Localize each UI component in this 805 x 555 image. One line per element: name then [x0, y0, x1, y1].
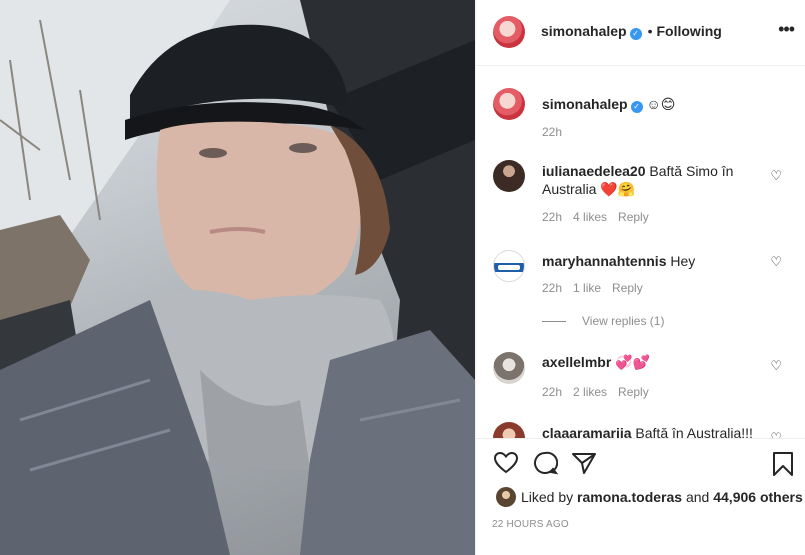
caption-username[interactable]: simonahalep: [542, 96, 628, 112]
action-bar: Liked by ramona.toderas and 44,906 other…: [476, 438, 805, 555]
comment-item: claaaramariia Baftă în Australia!!! ♡: [476, 422, 805, 438]
post-panel: simonahalep ✓ • Following ••• simonahalep ✓ …: [475, 0, 805, 555]
and-label: and: [685, 489, 710, 505]
heart-icon[interactable]: [493, 451, 519, 475]
comment-item: axellelmbr 💞💕 22h 2 likes Reply ♡: [476, 352, 805, 412]
post-header: simonahalep ✓ • Following •••: [476, 0, 805, 66]
liker-avatar[interactable]: [496, 487, 516, 507]
caption-text: ☺😊: [646, 96, 676, 112]
author-username[interactable]: simonahalep: [541, 23, 627, 39]
commenter-avatar[interactable]: [493, 250, 525, 282]
comment-time[interactable]: 22h: [542, 281, 562, 295]
verified-badge-icon: ✓: [629, 28, 642, 40]
commenter-username[interactable]: axellelmbr: [542, 354, 611, 370]
post-photo: [0, 0, 475, 555]
header-separator: •: [647, 23, 653, 39]
header-user: simonahalep ✓ • Following: [541, 23, 722, 41]
comment-meta: 22h 1 like Reply: [542, 281, 654, 295]
comment-item: maryhannahtennis Hey 22h 1 like Reply ♡ Vi…: [476, 250, 805, 330]
comment-time[interactable]: 22h: [542, 210, 562, 224]
comment-like-heart-icon[interactable]: ♡: [770, 430, 782, 438]
view-replies-label: View replies (1): [582, 314, 665, 328]
photo-illustration: [0, 0, 475, 555]
reply-button[interactable]: Reply: [612, 281, 643, 295]
likes-summary: Liked by ramona.toderas and 44,906 other…: [496, 487, 803, 507]
commenter-username[interactable]: maryhannahtennis: [542, 253, 666, 269]
author-avatar[interactable]: [493, 16, 525, 48]
caption-avatar[interactable]: [493, 88, 525, 120]
comment-text: Baftă în Australia!!!: [635, 425, 753, 438]
commenter-avatar[interactable]: [493, 160, 525, 192]
post-timestamp[interactable]: 22 HOURS AGO: [492, 519, 569, 530]
bookmark-icon[interactable]: [772, 451, 794, 477]
comment-text-wrap: claaaramariia Baftă în Australia!!!: [542, 424, 767, 438]
comment-text: 💞💕: [615, 354, 651, 370]
comment-time[interactable]: 22h: [542, 385, 562, 399]
reply-button[interactable]: Reply: [618, 210, 649, 224]
share-icon[interactable]: [571, 451, 597, 475]
comment-like-heart-icon[interactable]: ♡: [770, 358, 782, 374]
reply-button[interactable]: Reply: [618, 385, 649, 399]
others-count[interactable]: 44,906 others: [713, 489, 803, 505]
caption-time[interactable]: 22h: [542, 125, 562, 139]
comments-list[interactable]: simonahalep ✓ ☺😊 22h iulianaedelea20 Baft…: [476, 66, 805, 438]
caption-item: simonahalep ✓ ☺😊 22h: [476, 88, 805, 148]
commenter-username[interactable]: claaaramariia: [542, 425, 632, 438]
comment-like-heart-icon[interactable]: ♡: [770, 254, 782, 270]
comment-text-wrap: maryhannahtennis Hey: [542, 252, 767, 270]
comment-likes[interactable]: 2 likes: [573, 385, 607, 399]
commenter-avatar[interactable]: [493, 352, 525, 384]
comment-item: iulianaedelea20 Baftă Simo în Australia …: [476, 160, 805, 230]
comment-text-wrap: axellelmbr 💞💕: [542, 353, 767, 371]
comment-icon[interactable]: [532, 451, 558, 475]
commenter-avatar[interactable]: [493, 422, 525, 438]
caption-meta: 22h: [542, 125, 573, 139]
more-options-icon[interactable]: •••: [778, 20, 795, 38]
comment-meta: 22h 4 likes Reply: [542, 210, 660, 224]
view-replies-button[interactable]: View replies (1): [542, 314, 664, 328]
comment-likes[interactable]: 1 like: [573, 281, 601, 295]
comment-text: Hey: [670, 253, 696, 269]
comment-likes[interactable]: 4 likes: [573, 210, 607, 224]
replies-divider: [542, 321, 566, 323]
liker-username[interactable]: ramona.toderas: [577, 489, 682, 505]
following-button[interactable]: Following: [657, 23, 722, 39]
commenter-username[interactable]: iulianaedelea20: [542, 163, 646, 179]
verified-badge-icon: ✓: [630, 101, 643, 113]
liked-by-label: Liked by: [521, 489, 574, 505]
comment-like-heart-icon[interactable]: ♡: [770, 168, 782, 184]
caption-text-wrap: simonahalep ✓ ☺😊: [542, 95, 767, 113]
comment-meta: 22h 2 likes Reply: [542, 385, 660, 399]
comment-text-wrap: iulianaedelea20 Baftă Simo în Australia …: [542, 162, 767, 198]
